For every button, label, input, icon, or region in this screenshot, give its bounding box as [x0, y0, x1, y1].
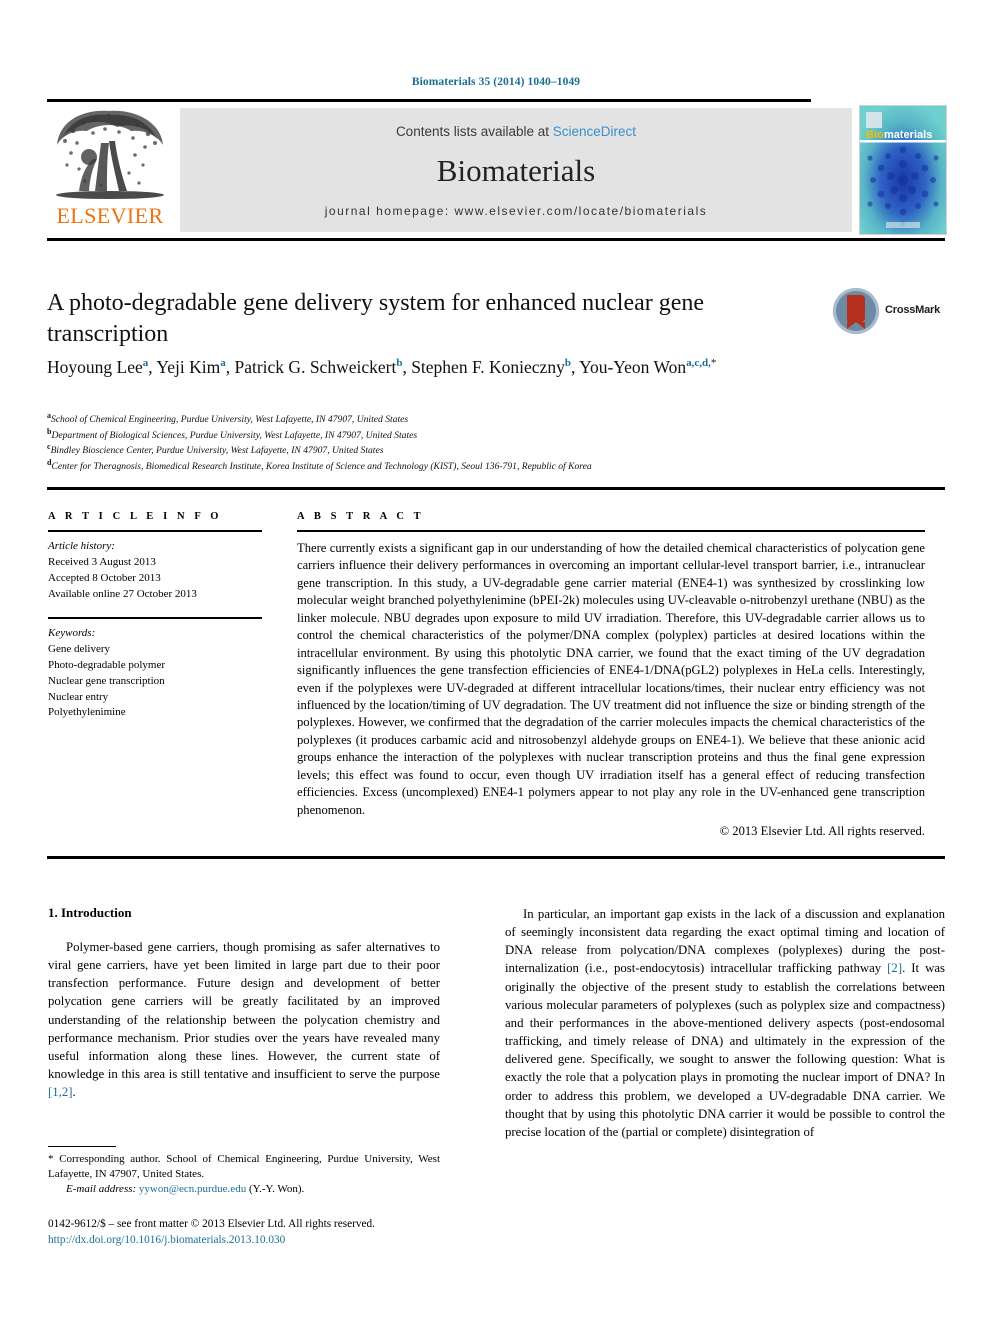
page-title: A photo-degradable gene delivery system …: [47, 290, 705, 348]
journal-title: Biomaterials: [436, 153, 596, 188]
article-history-item: Accepted 8 October 2013: [48, 571, 161, 584]
keywords-rule: [48, 616, 262, 619]
affiliation-item: cBindley Bioscience Center, Purdue Unive…: [47, 442, 945, 459]
affiliation-text: Center for Theragnosis, Biomedical Resea…: [51, 460, 592, 472]
info-section-top-rule: [47, 487, 945, 490]
crossmark-label: CrossMark: [885, 304, 941, 316]
title-block: A photo-degradable gene delivery system …: [47, 288, 945, 350]
email-line: E-mail address: yywon@ecn.purdue.edu (Y.…: [48, 1182, 440, 1197]
abstract-heading: A B S T R A C T: [297, 511, 425, 522]
journal-cover-thumbnail: Bio materials: [859, 105, 947, 235]
affiliation-text: School of Chemical Engineering, Purdue U…: [51, 414, 409, 425]
author-affil-mark: b: [396, 357, 403, 370]
masthead-top-rule: [47, 99, 811, 102]
affiliation-text: Bindley Bioscience Center, Purdue Univer…: [50, 445, 384, 457]
paragraph-text-tail: .: [72, 1085, 76, 1100]
email-label: E-mail address:: [66, 1183, 137, 1196]
author-affil-mark: a: [142, 357, 149, 370]
sciencedirect-panel: Contents lists available at ScienceDirec…: [180, 108, 852, 232]
elsevier-logo: ELSEVIER: [49, 107, 171, 233]
elsevier-wordmark: ELSEVIER: [56, 203, 164, 228]
abstract-column: A B S T R A C T There currently exists a…: [297, 511, 925, 839]
affiliation-text: Department of Biological Sciences, Purdu…: [51, 429, 418, 441]
introduction-paragraph-left: Polymer-based gene carriers, though prom…: [48, 938, 440, 1101]
keyword-item: Nuclear gene transcription: [48, 674, 165, 687]
journal-cover-image: Bio materials: [860, 106, 946, 234]
keyword-item: Polyethylenimine: [48, 706, 126, 719]
keyword-item: Nuclear entry: [48, 690, 109, 703]
contents-prefix: Contents lists available at: [395, 124, 553, 139]
abstract-text: There currently exists a significant gap…: [297, 541, 925, 817]
affiliation-item: bDepartment of Biological Sciences, Purd…: [47, 427, 945, 444]
paragraph-text: Polymer-based gene carriers, though prom…: [48, 940, 440, 1082]
article-info-heading: A R T I C L E I N F O: [48, 511, 223, 522]
corresponding-author-note: * Corresponding author. School of Chemic…: [48, 1153, 440, 1181]
elsevier-tree-icon: [56, 110, 164, 199]
article-history-item: Available online 27 October 2013: [48, 587, 197, 600]
introduction-heading: 1. Introduction: [48, 905, 132, 920]
email-owner: (Y.-Y. Won).: [248, 1183, 305, 1196]
author-list: Hoyoung Leea, Yeji Kima, Patrick G. Schw…: [47, 357, 717, 377]
doi-link[interactable]: http://dx.doi.org/10.1016/j.biomaterials…: [48, 1232, 528, 1248]
author-name: Stephen F. Konieczny: [411, 357, 565, 377]
abstract-bottom-rule: [47, 856, 945, 859]
abstract-copyright: © 2013 Elsevier Ltd. All rights reserved…: [719, 824, 925, 838]
article-info-column: A R T I C L E I N F O Article history: R…: [48, 511, 262, 721]
affiliation-item: dCenter for Theragnosis, Biomedical Rese…: [47, 458, 945, 475]
footnote-rule: [48, 1146, 116, 1147]
article-history-label: Article history:: [48, 540, 115, 552]
running-head: Biomaterials 35 (2014) 1040–1049: [411, 76, 581, 88]
keyword-item: Gene delivery: [48, 642, 110, 655]
corresponding-author-mark: *: [710, 357, 717, 370]
svg-text:Bio: Bio: [866, 129, 884, 141]
article-history-item: Received 3 August 2013: [48, 555, 156, 568]
keyword-item: Photo-degradable polymer: [48, 658, 165, 671]
imprint-block: 0142-9612/$ – see front matter © 2013 El…: [48, 1216, 528, 1249]
author-name: Yeji Kim: [156, 357, 221, 377]
body-column-right: In particular, an important gap exists i…: [505, 905, 945, 1141]
email-link[interactable]: yywon@ecn.purdue.edu: [139, 1183, 246, 1195]
body-column-left: 1. Introduction Polymer-based gene carri…: [48, 905, 440, 1101]
citation-ref[interactable]: [1,2]: [48, 1085, 73, 1099]
paragraph-text: In particular, an important gap exists i…: [505, 907, 945, 976]
article-info-rule: [48, 530, 262, 532]
paper-page: Biomaterials 35 (2014) 1040–1049 ELSEVIE…: [0, 0, 992, 1323]
author-name: You-Yeon Won: [579, 357, 687, 377]
masthead-bottom-rule: [47, 238, 945, 241]
issn-line: 0142-9612/$ – see front matter © 2013 El…: [48, 1218, 376, 1230]
citation-ref[interactable]: [2]: [887, 961, 902, 975]
author-affil-mark: a,c,d,: [686, 357, 711, 370]
author-affil-mark: a: [220, 357, 226, 370]
journal-masthead: ELSEVIER Contents lists available at Sci…: [47, 99, 947, 241]
author-affil-mark: b: [564, 357, 571, 370]
paragraph-text-tail: . It was originally the objective of the…: [505, 961, 945, 1139]
affiliation-item: aSchool of Chemical Engineering, Purdue …: [47, 411, 945, 428]
affiliation-list: aSchool of Chemical Engineering, Purdue …: [47, 411, 945, 475]
crossmark-badge[interactable]: CrossMark: [833, 288, 945, 338]
introduction-paragraph-right: In particular, an important gap exists i…: [505, 905, 945, 1141]
svg-text:materials: materials: [884, 129, 932, 141]
author-name: Hoyoung Lee: [47, 357, 143, 377]
journal-homepage-link[interactable]: journal homepage: www.elsevier.com/locat…: [180, 204, 852, 218]
author-name: Patrick G. Schweickert: [234, 357, 397, 377]
footnote-block: * Corresponding author. School of Chemic…: [48, 1152, 440, 1198]
sciencedirect-link[interactable]: ScienceDirect: [553, 124, 636, 139]
keywords-label: Keywords:: [48, 626, 96, 639]
crossmark-book-icon: [847, 295, 865, 329]
abstract-rule: [297, 530, 925, 532]
contents-available-line: Contents lists available at ScienceDirec…: [180, 124, 852, 139]
crossmark-circle-icon: [833, 288, 879, 334]
